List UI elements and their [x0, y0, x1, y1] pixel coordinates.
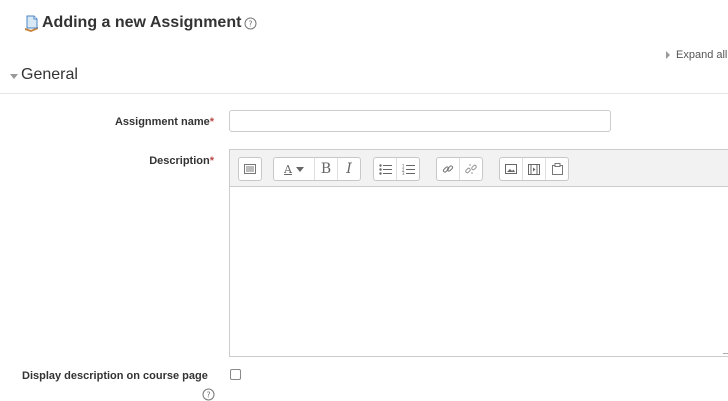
section-divider	[0, 93, 728, 94]
italic-glyph: I	[346, 161, 352, 177]
assignment-name-input[interactable]	[229, 110, 611, 132]
display-description-label: Display description on course page	[22, 370, 208, 382]
image-icon[interactable]	[500, 158, 522, 180]
font-style-glyph: A	[284, 162, 292, 176]
section-legend: General	[21, 66, 78, 83]
toolbar-group-more	[238, 157, 262, 181]
collapsed-triangle-icon	[666, 51, 670, 59]
bold-icon[interactable]: B	[314, 158, 337, 180]
editor-resize-handle[interactable]	[723, 347, 728, 354]
description-editor: A B I 123	[229, 149, 728, 357]
dropdown-caret-icon	[295, 166, 304, 172]
expanded-triangle-icon	[10, 73, 18, 79]
link-icon[interactable]	[437, 158, 459, 180]
assignment-name-label-text: Assignment name	[114, 116, 210, 128]
ordered-list-icon[interactable]: 123	[396, 158, 419, 180]
editor-toolbar: A B I 123	[230, 150, 728, 187]
svg-text:?: ?	[206, 391, 210, 400]
font-style-icon[interactable]: A	[274, 158, 314, 180]
show-more-buttons-icon[interactable]	[239, 158, 261, 180]
svg-text:3: 3	[402, 171, 405, 175]
toolbar-group-style: A B I	[273, 157, 361, 181]
toolbar-group-media	[499, 157, 569, 181]
description-label: Description*	[149, 155, 214, 167]
page-title: Adding a new Assignment	[42, 14, 242, 31]
page-heading: Adding a new Assignment ?	[22, 12, 257, 34]
bold-glyph: B	[320, 161, 332, 177]
section-general-toggle[interactable]: General	[10, 66, 78, 84]
expand-all-link[interactable]: Expand all	[666, 49, 727, 61]
italic-icon[interactable]: I	[337, 158, 360, 180]
description-label-text: Description	[149, 155, 210, 167]
unordered-list-icon[interactable]	[374, 158, 396, 180]
expand-all-label: Expand all	[676, 49, 728, 61]
assignment-page-icon	[25, 15, 38, 32]
media-icon[interactable]	[522, 158, 545, 180]
unlink-icon[interactable]	[459, 158, 482, 180]
toolbar-group-links	[436, 157, 483, 181]
help-icon[interactable]: ?	[244, 17, 257, 30]
required-mark: *	[209, 116, 214, 128]
required-mark: *	[209, 155, 214, 167]
help-icon[interactable]: ?	[202, 388, 215, 401]
assignment-name-label: Assignment name*	[115, 116, 214, 128]
toolbar-group-lists: 123	[373, 157, 420, 181]
display-description-checkbox[interactable]	[230, 369, 241, 380]
manage-files-icon[interactable]	[545, 158, 568, 180]
svg-text:?: ?	[249, 19, 253, 28]
